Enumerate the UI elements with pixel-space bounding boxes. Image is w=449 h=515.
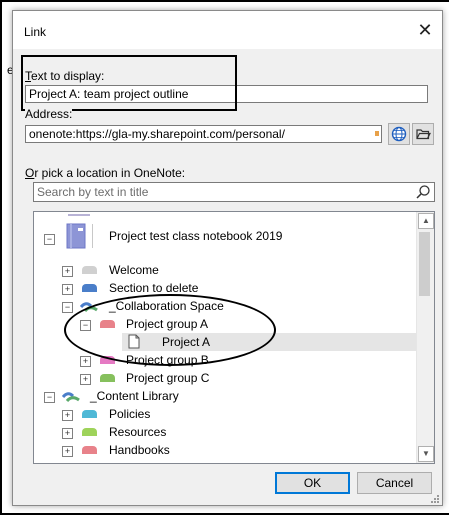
tree-scrollbar[interactable]: ▲ ▼	[416, 212, 434, 463]
address-input[interactable]: onenote:https://gla-my.sharepoint.com/pe…	[25, 125, 382, 143]
section-color-icon	[100, 374, 115, 382]
search-icon[interactable]	[415, 184, 431, 200]
resources-expander[interactable]: +	[62, 428, 73, 439]
dialog-title: Link	[24, 25, 47, 39]
previous-notebook-edge	[68, 214, 90, 216]
address-status-marker	[375, 131, 379, 136]
section-color-icon	[82, 410, 97, 418]
scrollbar-thumb[interactable]	[419, 232, 430, 296]
notebook-divider	[92, 224, 93, 248]
search-input[interactable]: Search by text in title	[33, 182, 435, 202]
collaboration-space-expander[interactable]: −	[62, 302, 73, 313]
handbooks-expander[interactable]: +	[62, 446, 73, 457]
annotation-ellipse	[64, 294, 276, 366]
scroll-down-icon[interactable]: ▼	[418, 446, 434, 462]
tree-item-policies[interactable]: Policies	[109, 405, 150, 423]
section-color-icon	[82, 266, 97, 274]
content-library-expander[interactable]: −	[44, 392, 55, 403]
background-border-left	[0, 0, 2, 515]
welcome-expander[interactable]: +	[62, 266, 73, 277]
tree-item-welcome[interactable]: Welcome	[109, 261, 159, 279]
tree-item-resources[interactable]: Resources	[109, 423, 166, 441]
cancel-button[interactable]: Cancel	[357, 472, 432, 494]
section-to-delete-expander[interactable]: +	[62, 284, 73, 295]
section-color-icon	[82, 428, 97, 436]
background-border-top	[0, 0, 449, 2]
section-group-icon	[61, 390, 80, 403]
notebook-expander[interactable]: −	[44, 234, 55, 245]
globe-icon[interactable]	[388, 123, 410, 145]
tree-item-content-library[interactable]: _Content Library	[90, 387, 179, 405]
resize-grip-icon[interactable]	[430, 493, 440, 503]
notebook-icon	[66, 223, 86, 249]
tree-item-handbooks[interactable]: Handbooks	[109, 441, 170, 459]
project-group-c-expander[interactable]: +	[80, 374, 91, 385]
link-dialog: Link ✕ Text to display: Project A: team …	[12, 10, 443, 506]
section-color-icon	[82, 284, 97, 292]
ok-button[interactable]: OK	[275, 472, 350, 494]
dialog-titlebar: Link ✕	[13, 11, 442, 49]
project-group-b-expander[interactable]: +	[80, 356, 91, 367]
address-label: Address:	[25, 107, 73, 121]
tree-item-project-group-c[interactable]: Project group C	[126, 369, 209, 387]
section-color-icon	[82, 446, 97, 454]
close-icon[interactable]: ✕	[416, 21, 434, 39]
pick-location-label: Or pick a location in OneNote:	[25, 166, 186, 180]
policies-expander[interactable]: +	[62, 410, 73, 421]
folder-icon[interactable]	[412, 123, 434, 145]
tree-notebook[interactable]: Project test class notebook 2019	[109, 227, 282, 245]
highlight-box	[21, 55, 237, 111]
scroll-up-icon[interactable]: ▲	[418, 213, 434, 229]
